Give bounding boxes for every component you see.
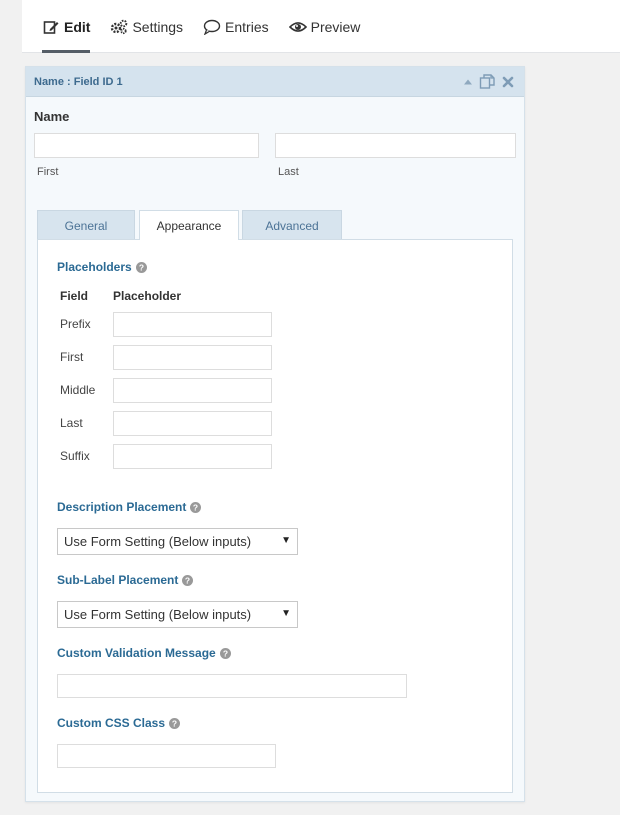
svg-text:?: ? <box>139 262 144 272</box>
row-first-label: First <box>60 350 84 364</box>
svg-text:?: ? <box>172 718 177 728</box>
row-prefix-label: Prefix <box>60 317 91 331</box>
last-sub-label: Last <box>278 166 299 178</box>
description-placement-value: Use Form Setting (Below inputs) <box>64 534 252 549</box>
row-last-label: Last <box>60 416 83 430</box>
collapse-arrow-icon[interactable] <box>463 77 473 87</box>
sublabel-placement-select[interactable]: Use Form Setting (Below inputs) ▼ <box>57 601 298 628</box>
placeholders-title: Placeholders ? <box>57 260 147 274</box>
custom-css-title: Custom CSS Class ? <box>57 716 181 730</box>
description-placement-title-text: Description Placement <box>57 500 187 514</box>
sublabel-placement-title: Sub-Label Placement ? <box>57 573 194 587</box>
help-icon[interactable]: ? <box>169 717 181 729</box>
last-name-input[interactable] <box>275 133 516 158</box>
description-placement-title: Description Placement ? <box>57 500 202 514</box>
svg-text:?: ? <box>185 575 190 585</box>
field-panel-title: Name : Field ID 1 <box>34 75 123 88</box>
sublabel-placement-value: Use Form Setting (Below inputs) <box>64 607 252 622</box>
tab-preview-label: Preview <box>310 18 361 35</box>
dropdown-arrow-icon: ▼ <box>281 535 291 546</box>
suffix-placeholder-input[interactable] <box>113 444 272 469</box>
help-icon[interactable]: ? <box>135 261 147 273</box>
tab-edit-label: Edit <box>64 18 91 35</box>
form-nav: Edit Settings Entries Preview <box>42 0 380 53</box>
field-panel-header[interactable]: Name : Field ID 1 <box>26 67 524 97</box>
dropdown-arrow-icon: ▼ <box>281 608 291 619</box>
prefix-placeholder-input[interactable] <box>113 312 272 337</box>
middle-placeholder-input[interactable] <box>113 378 272 403</box>
gears-icon <box>110 18 128 36</box>
column-placeholder-header: Placeholder <box>113 289 182 303</box>
first-sub-label: First <box>37 166 59 178</box>
custom-css-title-text: Custom CSS Class <box>57 716 166 730</box>
tab-settings[interactable]: Settings <box>110 0 183 53</box>
column-field-header: Field <box>60 289 89 303</box>
edit-icon <box>42 18 60 36</box>
appearance-panel: Placeholders ? Field Placeholder Prefix … <box>37 239 513 793</box>
duplicate-icon[interactable] <box>479 73 496 90</box>
svg-text:?: ? <box>223 648 228 658</box>
field-panel-actions <box>457 73 514 90</box>
tab-advanced-label: Advanced <box>265 218 319 233</box>
tab-edit[interactable]: Edit <box>42 0 91 53</box>
tab-entries[interactable]: Entries <box>203 0 269 53</box>
tab-advanced[interactable]: Advanced <box>242 210 342 240</box>
custom-css-input[interactable] <box>57 744 276 768</box>
tab-entries-label: Entries <box>225 18 269 35</box>
custom-validation-title: Custom Validation Message ? <box>57 646 231 660</box>
field-panel: Name : Field ID 1 Name First Last Genera… <box>25 66 525 802</box>
sublabel-placement-title-text: Sub-Label Placement <box>57 573 179 587</box>
help-icon[interactable]: ? <box>182 574 194 586</box>
row-suffix-label: Suffix <box>60 449 90 463</box>
tab-settings-label: Settings <box>132 18 184 35</box>
first-name-input[interactable] <box>34 133 259 158</box>
help-icon[interactable]: ? <box>190 501 202 513</box>
eye-icon <box>288 18 307 36</box>
tab-appearance[interactable]: Appearance <box>139 210 239 240</box>
row-middle-label: Middle <box>60 383 96 397</box>
form-toolbar: Edit Settings Entries Preview <box>22 0 620 53</box>
speech-bubble-icon <box>203 18 221 36</box>
tab-preview[interactable]: Preview <box>288 0 361 53</box>
svg-text:?: ? <box>193 502 198 512</box>
help-icon[interactable]: ? <box>219 647 231 659</box>
first-placeholder-input[interactable] <box>113 345 272 370</box>
field-label: Name <box>34 109 70 124</box>
last-placeholder-input[interactable] <box>113 411 272 436</box>
custom-validation-input[interactable] <box>57 674 407 698</box>
tab-general[interactable]: General <box>37 210 135 240</box>
placeholders-title-text: Placeholders <box>57 260 132 274</box>
tab-appearance-label: Appearance <box>156 218 222 233</box>
tab-general-label: General <box>64 218 108 233</box>
custom-validation-title-text: Custom Validation Message <box>57 646 216 660</box>
description-placement-select[interactable]: Use Form Setting (Below inputs) ▼ <box>57 528 298 555</box>
delete-x-icon[interactable] <box>502 76 514 88</box>
